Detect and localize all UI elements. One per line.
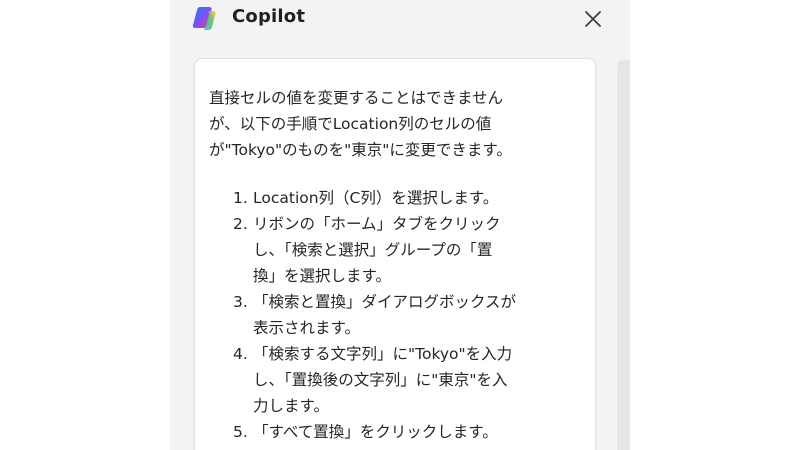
copilot-logo-icon bbox=[192, 7, 216, 30]
step-number: 1. bbox=[233, 189, 248, 207]
step-number: 2. bbox=[233, 215, 248, 233]
step-text-line: 力します。 bbox=[253, 397, 329, 415]
step-item: 2. リボンの「ホーム」タブをクリック し、「検索と選択」グループの「置 換」を… bbox=[209, 211, 589, 289]
step-text-line: し、「検索と選択」グループの「置 bbox=[253, 241, 493, 259]
copilot-header: Copilot bbox=[170, 0, 630, 36]
step-text-line: Location列（C列）を選択します。 bbox=[253, 189, 499, 207]
close-icon[interactable] bbox=[580, 6, 606, 32]
copilot-pane: Copilot 直接セルの値を変更することはできません が、以下の手順でLoca… bbox=[170, 0, 630, 450]
step-text-line: 表示されます。 bbox=[253, 319, 360, 337]
step-item: 1. Location列（C列）を選択します。 bbox=[209, 185, 589, 211]
step-item: 3. 「検索と置換」ダイアログボックスが 表示されます。 bbox=[209, 289, 589, 341]
response-card: 直接セルの値を変更することはできません が、以下の手順でLocation列のセル… bbox=[194, 58, 596, 450]
step-text-line: し、「置換後の文字列」に"東京"を入 bbox=[253, 371, 508, 389]
step-text-line: 換」を選択します。 bbox=[253, 267, 391, 285]
step-text-line: 「検索と置換」ダイアログボックスが bbox=[253, 293, 517, 311]
step-number: 5. bbox=[233, 423, 248, 441]
step-text-line: 「検索する文字列」に"Tokyo"を入力 bbox=[253, 345, 513, 363]
intro-line: が、以下の手順でLocation列のセルの値 bbox=[209, 115, 492, 133]
step-number: 4. bbox=[233, 345, 248, 363]
step-item: 4. 「検索する文字列」に"Tokyo"を入力 し、「置換後の文字列」に"東京"… bbox=[209, 341, 589, 419]
steps-list: 1. Location列（C列）を選択します。 2. リボンの「ホーム」タブをク… bbox=[209, 185, 589, 445]
panel-title: Copilot bbox=[232, 6, 306, 27]
screen: Copilot 直接セルの値を変更することはできません が、以下の手順でLoca… bbox=[0, 0, 800, 450]
step-item: 5. 「すべて置換」をクリックします。 bbox=[209, 419, 589, 445]
intro-paragraph: 直接セルの値を変更することはできません が、以下の手順でLocation列のセル… bbox=[209, 85, 589, 163]
step-text-line: 「すべて置換」をクリックします。 bbox=[253, 423, 498, 441]
next-card-edge bbox=[617, 60, 630, 450]
step-number: 3. bbox=[233, 293, 248, 311]
response-text: 直接セルの値を変更することはできません が、以下の手順でLocation列のセル… bbox=[209, 85, 589, 445]
intro-line: 直接セルの値を変更することはできません bbox=[209, 89, 504, 107]
intro-line: が"Tokyo"のものを"東京"に変更できます。 bbox=[209, 141, 512, 159]
step-text-line: リボンの「ホーム」タブをクリック bbox=[253, 215, 501, 233]
